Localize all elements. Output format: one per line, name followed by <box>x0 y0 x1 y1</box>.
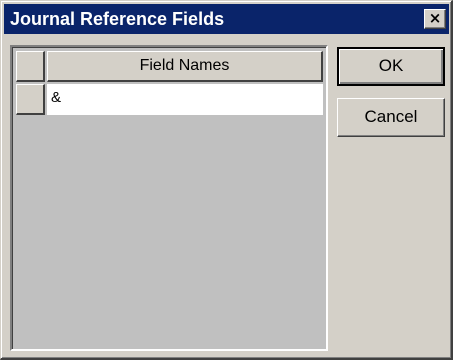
ok-button[interactable]: OK <box>337 47 445 86</box>
journal-reference-fields-dialog: Journal Reference Fields × Field Names &… <box>0 0 453 360</box>
title-bar: Journal Reference Fields × <box>4 4 449 34</box>
cancel-button[interactable]: Cancel <box>337 98 445 137</box>
column-header-field-names[interactable]: Field Names <box>47 51 323 82</box>
row-selector-1[interactable] <box>16 84 45 115</box>
field-names-grid: Field Names & <box>10 45 328 351</box>
field-name-cell[interactable]: & <box>47 84 323 115</box>
grid-corner-cell[interactable] <box>16 51 45 82</box>
dialog-title: Journal Reference Fields <box>10 9 225 29</box>
close-icon: × <box>428 9 442 27</box>
close-button[interactable]: × <box>424 9 446 29</box>
